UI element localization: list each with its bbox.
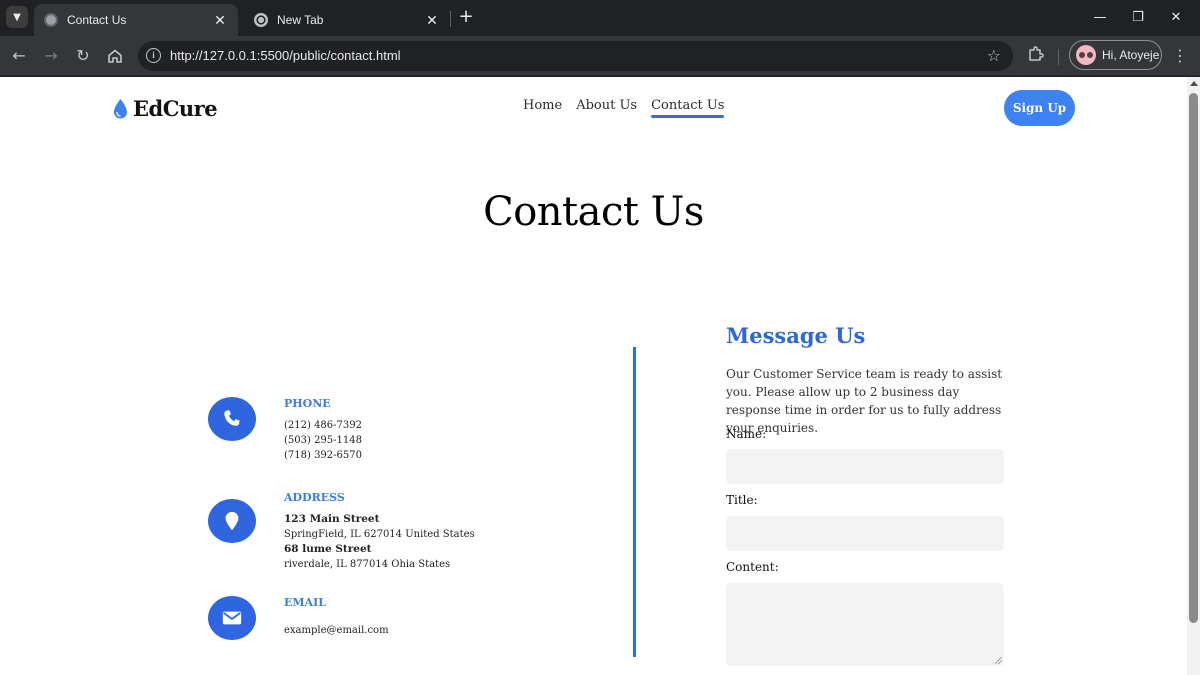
kebab-menu-icon: ⋮ [1172,46,1188,65]
close-icon: ✕ [1170,10,1182,25]
phone-icon [224,410,240,426]
phone-icon-badge [208,397,256,441]
contact-address: ADDRESS 123 Main Street SpringField, IL … [208,491,475,572]
tab-new-tab[interactable]: New Tab ✕ [244,4,450,36]
nav-about-us[interactable]: About Us [576,98,637,117]
tab-title: New Tab [277,13,324,27]
info-icon[interactable]: i [146,48,161,63]
plus-icon: + [458,6,474,27]
sign-up-button[interactable]: Sign Up [1004,90,1075,126]
browser-menu-button[interactable]: ⋮ [1170,45,1190,67]
extensions-button[interactable] [1026,45,1046,65]
arrow-left-icon: ← [12,46,26,65]
phone-number: (718) 392-6570 [284,450,362,461]
email-address[interactable]: example@email.com [284,623,389,638]
contact-label: EMAIL [284,596,326,609]
water-drop-icon [114,98,127,118]
name-input[interactable] [726,449,1004,484]
brand-name: EdCure [133,96,218,121]
address-street: 68 lume Street [284,543,372,555]
tab-search-button[interactable]: ▼ [6,6,28,28]
site-logo[interactable]: EdCure [112,96,218,121]
main-nav: Home About Us Contact Us [523,98,725,118]
title-label: Title: [726,493,758,507]
envelope-icon [222,611,242,625]
address-city: riverdale, IL 877014 Ohia States [284,559,451,570]
scroll-up-icon[interactable] [1190,81,1198,86]
tab-contact-us[interactable]: Contact Us ✕ [34,4,238,36]
reload-icon: ↻ [76,46,90,65]
restore-icon: ❐ [1132,10,1144,25]
close-icon[interactable]: ✕ [424,12,440,29]
contact-label: PHONE [284,397,331,410]
page-scrollbar[interactable] [1187,77,1200,675]
name-label: Name: [726,427,767,441]
phone-number: (503) 295-1148 [284,435,362,446]
title-input[interactable] [726,516,1004,551]
forward-button[interactable]: → [40,45,62,67]
location-pin-icon [225,511,239,531]
back-button[interactable]: ← [8,45,30,67]
close-icon[interactable]: ✕ [212,12,228,29]
home-button[interactable] [104,45,126,67]
page-title: Contact Us [483,189,704,235]
star-icon[interactable]: ☆ [987,46,1001,65]
profile-label: Hi, Atoyeje [1102,48,1160,62]
avatar [1076,45,1096,65]
address-bar[interactable]: i http://127.0.0.1:5500/public/contact.h… [138,41,1013,71]
browser-toolbar: ← → ↻ i http://127.0.0.1:5500/public/con… [0,36,1200,76]
window-close-button[interactable]: ✕ [1166,8,1186,28]
email-icon-badge [208,596,256,640]
contact-email: EMAIL example@email.com [208,596,389,640]
section-divider [633,347,636,657]
nav-home[interactable]: Home [523,98,562,117]
chevron-down-icon: ▼ [13,11,21,23]
contact-label: ADDRESS [284,491,345,504]
contact-phone-details: PHONE (212) 486-7392 (503) 295-1148 (718… [284,397,362,463]
home-icon [108,49,122,63]
address-street: 123 Main Street [284,513,380,525]
contact-email-details: EMAIL example@email.com [284,596,389,640]
globe-icon [44,13,58,27]
address-city: SpringField, IL 627014 United States [284,529,475,540]
content-textarea[interactable] [726,583,1004,666]
puzzle-icon [1029,46,1044,61]
restore-button[interactable]: ❐ [1128,8,1148,28]
profile-button[interactable]: Hi, Atoyeje [1069,40,1162,70]
minimize-button[interactable]: — [1090,8,1110,28]
new-tab-button[interactable]: + [456,8,476,28]
browser-tabstrip: ▼ Contact Us ✕ New Tab ✕ + — ❐ ✕ [0,0,1200,36]
message-description: Our Customer Service team is ready to as… [726,367,1003,435]
nav-contact-us[interactable]: Contact Us [651,98,725,118]
toolbar-divider [1058,49,1059,65]
arrow-right-icon: → [44,46,58,65]
tab-divider [450,11,451,27]
page-viewport: EdCure Home About Us Contact Us Sign Up … [0,77,1187,675]
contact-address-details: ADDRESS 123 Main Street SpringField, IL … [284,491,475,572]
contact-phone: PHONE (212) 486-7392 (503) 295-1148 (718… [208,397,362,463]
tab-title: Contact Us [67,13,127,27]
chrome-icon [254,13,268,27]
message-title: Message Us [726,323,866,348]
scroll-thumb[interactable] [1189,93,1198,623]
location-icon-badge [208,499,256,543]
content-label: Content: [726,560,779,574]
reload-button[interactable]: ↻ [72,45,94,67]
minimize-icon: — [1093,10,1107,25]
phone-number: (212) 486-7392 [284,420,362,431]
url-text[interactable]: http://127.0.0.1:5500/public/contact.htm… [170,48,401,63]
resize-handle-icon[interactable] [995,657,1002,664]
